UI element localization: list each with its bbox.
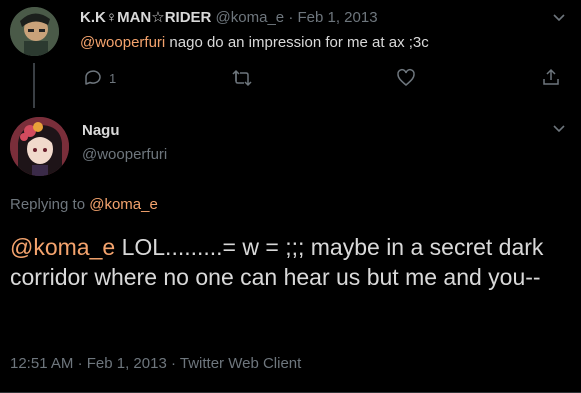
reply-icon (83, 68, 103, 88)
separator: · (170, 355, 176, 372)
top-tweet-header: K.K♀MAN☆RIDER @koma_e · Feb 1, 2013 (80, 8, 378, 26)
reply-count: 1 (109, 70, 117, 86)
tweet-meta: 12:51 AM · Feb 1, 2013 · Twitter Web Cli… (10, 355, 301, 372)
thread-connector (33, 63, 35, 108)
mention-link[interactable]: @koma_e (10, 234, 115, 260)
main-tweet-text: @koma_e LOL.........= w = ;;; maybe in a… (10, 232, 570, 292)
display-name[interactable]: K.K♀MAN☆RIDER (80, 9, 211, 26)
tweet-body: nago do an impression for me at ax ;3c (165, 34, 429, 51)
handle[interactable]: @koma_e (216, 9, 285, 26)
replying-to-handle[interactable]: @koma_e (89, 196, 158, 213)
mention-link[interactable]: @wooperfuri (80, 34, 165, 51)
chevron-down-icon[interactable] (550, 119, 568, 137)
avatar-wooperfuri[interactable] (10, 117, 69, 176)
like-icon (396, 68, 416, 88)
avatar-koma-e[interactable] (10, 7, 59, 56)
tweet-date[interactable]: Feb 1, 2013 (87, 355, 167, 372)
retweet-button[interactable] (231, 68, 253, 88)
tweet-client[interactable]: Twitter Web Client (180, 355, 301, 372)
replying-to: Replying to @koma_e (10, 196, 158, 213)
separator: · (77, 355, 83, 372)
main-handle[interactable]: @wooperfuri (82, 146, 167, 163)
share-button[interactable] (541, 67, 561, 87)
tweet-date[interactable]: Feb 1, 2013 (297, 9, 377, 26)
like-button[interactable] (396, 68, 416, 88)
retweet-icon (231, 68, 253, 88)
top-tweet-text: @wooperfuri nago do an impression for me… (80, 34, 429, 51)
reply-button[interactable]: 1 (83, 68, 116, 88)
chevron-down-icon[interactable] (550, 8, 568, 26)
share-icon (541, 67, 561, 87)
replying-to-label: Replying to (10, 196, 90, 213)
separator: · (288, 9, 294, 26)
main-display-name[interactable]: Nagu (82, 122, 120, 139)
tweet-time[interactable]: 12:51 AM (10, 355, 73, 372)
